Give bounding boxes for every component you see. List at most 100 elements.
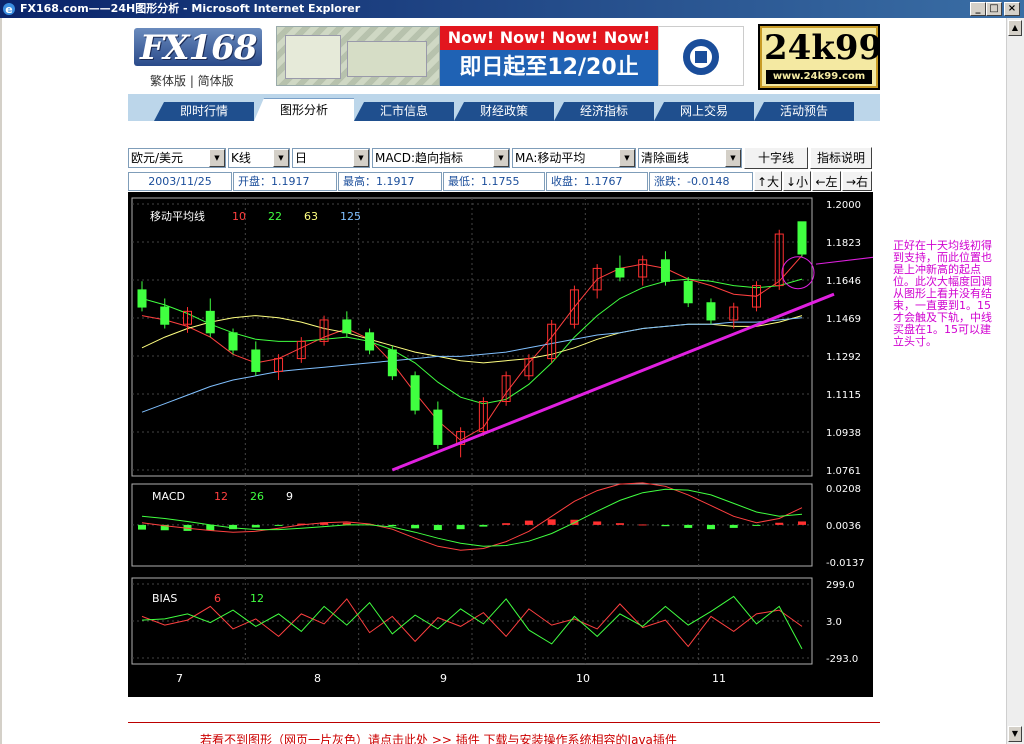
macd-dea-line: [141, 488, 803, 547]
x-tick-label: 9: [440, 672, 447, 685]
bank-logo[interactable]: [658, 26, 744, 86]
ma-line-22: [141, 278, 803, 405]
chevron-down-icon[interactable]: ▼: [353, 149, 369, 167]
currency-pair-select[interactable]: 欧元/美元 ▼: [128, 148, 226, 168]
macd-bar: [661, 524, 670, 527]
main-nav: 即时行情 图形分析 汇市信息 财经政策 经济指标 网上交易 活动预告: [128, 94, 880, 121]
macd-bar: [274, 524, 283, 526]
chevron-down-icon[interactable]: ▼: [725, 149, 741, 167]
tab-online-trading[interactable]: 网上交易: [654, 102, 754, 121]
fx168-logo[interactable]: FX168 繁体版 | 简体版: [128, 24, 266, 90]
legend-label: 移动平均线: [150, 209, 205, 223]
trend-line: [391, 292, 835, 472]
k99-title: 24k99: [764, 28, 883, 68]
scroll-up-arrow-icon[interactable]: ▲: [1008, 20, 1022, 36]
quote-low: 最低：1.1755: [443, 172, 545, 191]
bias-legend-label: 6: [214, 592, 221, 605]
y-tick-label: 1.1646: [826, 276, 861, 287]
zoom-out-button[interactable]: ↓小: [783, 171, 811, 191]
currency-banner[interactable]: [276, 26, 440, 86]
candle-body: [251, 349, 261, 372]
macd-bar: [729, 524, 738, 528]
indicator-select[interactable]: MACD:趋向指标 ▼: [372, 148, 510, 168]
banknote-image: [347, 41, 427, 77]
tab-events[interactable]: 活动预告: [754, 102, 854, 121]
promo-banner-top[interactable]: Now! Now! Now! Now!: [440, 26, 658, 50]
chart-type-value: K线: [231, 151, 251, 165]
tab-forex-news[interactable]: 汇市信息: [354, 102, 454, 121]
tab-economic-indicators[interactable]: 经济指标: [554, 102, 654, 121]
banknote-image: [285, 35, 341, 79]
macd-bar: [502, 523, 511, 525]
window-frame: [0, 18, 2, 744]
chevron-down-icon[interactable]: ▼: [273, 149, 289, 167]
pan-right-button[interactable]: →右: [842, 171, 872, 191]
x-tick-label: 8: [314, 672, 321, 685]
close-button[interactable]: ×: [1004, 2, 1020, 16]
crosshair-button[interactable]: 十字线: [744, 147, 808, 169]
bank-dot-icon: [695, 51, 707, 63]
window-title: FX168.com——24H图形分析 - Microsoft Internet …: [20, 2, 361, 15]
clear-lines-select[interactable]: 清除画线 ▼: [638, 148, 742, 168]
candle-body: [342, 319, 352, 334]
macd-bar: [479, 524, 488, 527]
tab-chart-analysis[interactable]: 图形分析: [254, 98, 354, 121]
y-tick-label: 1.0761: [826, 466, 861, 477]
y-tick-label: 1.0938: [826, 428, 861, 439]
quote-open: 开盘：1.1917: [233, 172, 337, 191]
y-tick-label: -0.0137: [826, 558, 865, 569]
moving-average-select[interactable]: MA:移动平均 ▼: [512, 148, 636, 168]
macd-bar: [456, 524, 465, 530]
indicator-help-button[interactable]: 指标说明: [810, 147, 872, 169]
scroll-down-arrow-icon[interactable]: ▼: [1008, 726, 1022, 742]
candle-body: [137, 289, 147, 308]
chevron-down-icon[interactable]: ▼: [619, 149, 635, 167]
period-select[interactable]: 日 ▼: [292, 148, 370, 168]
tab-finance-policy[interactable]: 财经政策: [454, 102, 554, 121]
candle-body: [410, 375, 420, 411]
analysis-annotation: 正好在十天均线初得到支持，而此位置也是上冲新高的起点位。此次大幅度回调从图形上看…: [893, 239, 992, 348]
macd-legend-label: 9: [286, 490, 293, 503]
language-links[interactable]: 繁体版 | 简体版: [150, 72, 234, 89]
minimize-button[interactable]: _: [970, 2, 986, 16]
quote-close: 收盘：1.1767: [546, 172, 648, 191]
clear-lines-value: 清除画线: [641, 151, 690, 165]
chart-container[interactable]: 1.2000 1.1823 1.1646 1.1469 1.1292 1.1115 1.09…: [128, 192, 889, 697]
maximize-button[interactable]: □: [986, 2, 1002, 16]
candle-body: [797, 221, 807, 255]
y-tick-label: 1.1823: [826, 238, 861, 249]
legend-label: 125: [340, 210, 361, 223]
k99-banner[interactable]: 24k99 www.24k99.com: [758, 24, 883, 90]
promo-banner-bottom[interactable]: 即日起至12/20止: [440, 50, 658, 86]
macd-bar: [251, 524, 260, 528]
chart-type-select[interactable]: K线 ▼: [228, 148, 290, 168]
plugin-notice[interactable]: 若看不到图形（网页一片灰色）请点击此处 >> 插件 下载与安装操作系统相容的Ja…: [200, 731, 677, 744]
zoom-in-button[interactable]: ↑大: [754, 171, 782, 191]
macd-bar: [615, 523, 624, 525]
candle-body: [228, 332, 238, 351]
legend-label: 10: [232, 210, 246, 223]
y-tick-label: 1.1292: [826, 352, 861, 363]
macd-legend-label: MACD: [152, 490, 185, 503]
chevron-down-icon[interactable]: ▼: [209, 149, 225, 167]
candle-body: [433, 409, 443, 445]
macd-bar: [775, 522, 784, 525]
k99-url: www.24k99.com: [766, 70, 872, 84]
y-tick-label: 3.0: [826, 617, 842, 628]
candle-body: [365, 332, 375, 351]
x-tick-label: 11: [712, 672, 726, 685]
candle-body: [615, 267, 625, 278]
ie-logo-icon: e: [3, 3, 15, 16]
forex-chart[interactable]: 1.2000 1.1823 1.1646 1.1469 1.1292 1.1115 1.09…: [128, 192, 889, 697]
macd-bar: [433, 524, 442, 531]
x-tick-label: 7: [176, 672, 183, 685]
y-tick-label: 0.0036: [826, 521, 861, 532]
logo-text: FX168: [140, 28, 257, 68]
tab-realtime-quotes[interactable]: 即时行情: [154, 102, 254, 121]
chevron-down-icon[interactable]: ▼: [493, 149, 509, 167]
pan-left-button[interactable]: ←左: [812, 171, 841, 191]
y-tick-label: 0.0208: [826, 484, 861, 495]
vertical-scrollbar[interactable]: [1006, 18, 1024, 744]
candle-body: [205, 310, 215, 334]
legend-label: 22: [268, 210, 282, 223]
